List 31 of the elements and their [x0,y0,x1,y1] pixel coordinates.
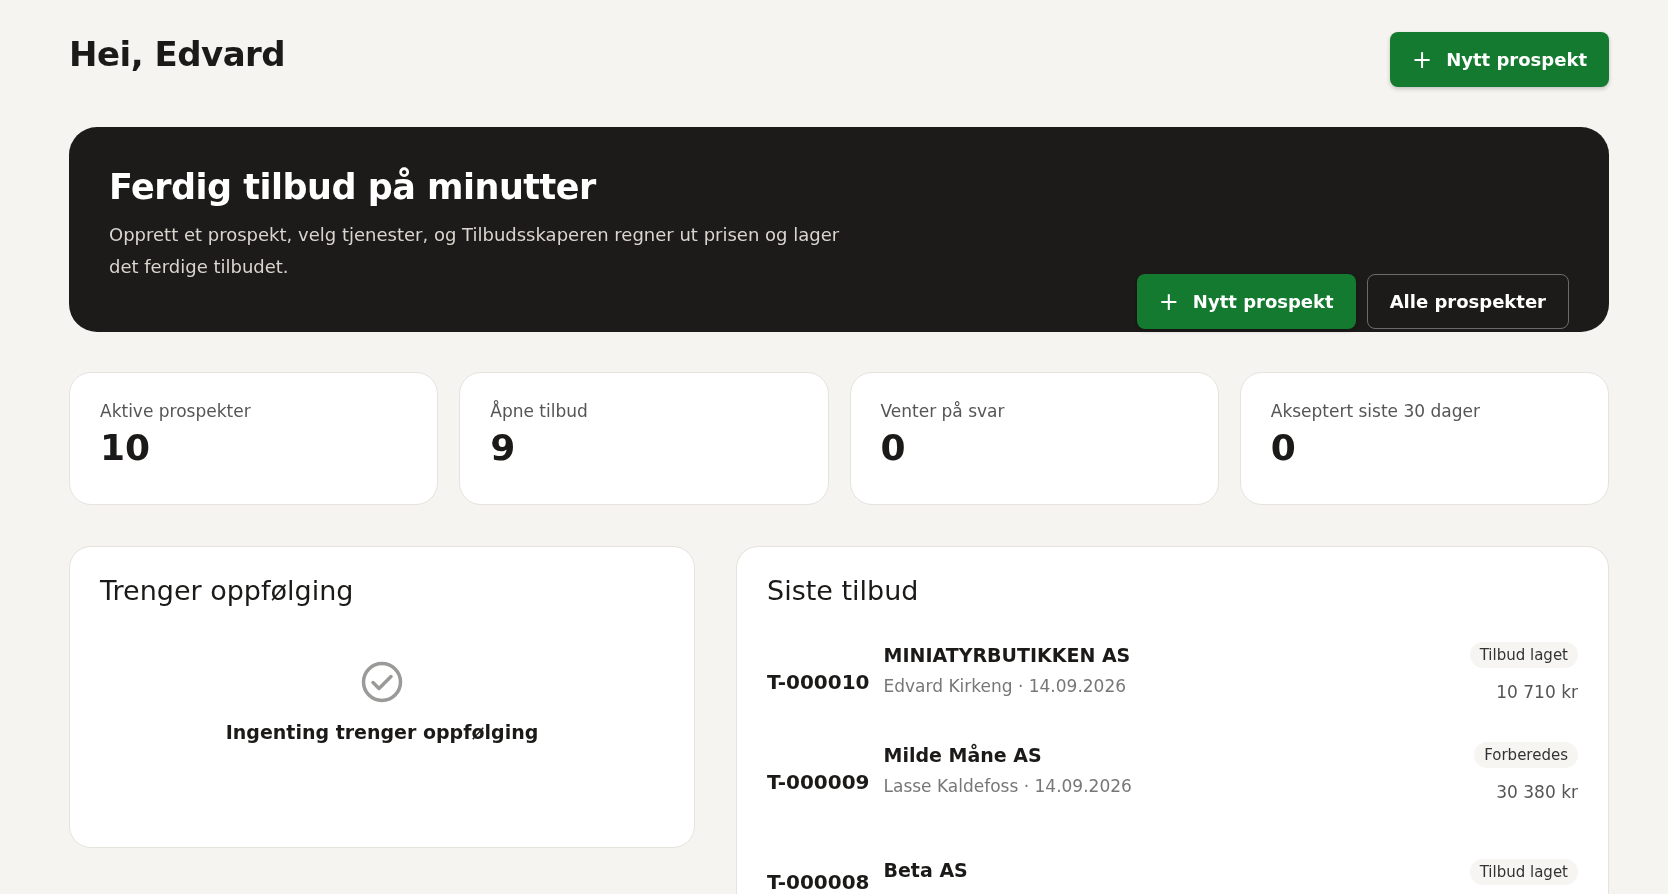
stat-label: Venter på svar [880,401,1006,421]
quote-amount: 30 380 kr [1496,782,1578,802]
stat-value: 9 [490,427,517,468]
status-badge: Tilbud laget [1469,859,1578,885]
stat-label: Akseptert siste 30 dager [1270,401,1481,421]
stat-value: 0 [880,427,907,468]
quote-number: T-000008 [767,870,870,894]
panel-title: Trenger oppfølging [100,575,355,606]
stat-label: Aktive prospekter [100,401,252,421]
customer-name[interactable]: Milde Måne AS [883,744,1475,766]
panel-title: Siste tilbud [767,575,920,606]
empty-state-text: Ingenting trenger oppfølging [225,721,539,743]
quote-meta: Lasse Kaldefoss · 14.09.2026 [883,776,1133,796]
quote-number: T-000009 [767,770,870,794]
stat-value: 0 [1270,427,1297,468]
new-prospect-button[interactable]: + Nytt prospekt [1136,274,1356,329]
stat-label: Åpne tilbud [490,401,589,421]
quote-number: T-000010 [767,670,870,694]
all-prospects-button[interactable]: Alle prospekter [1366,274,1569,329]
check-circle-icon [361,661,403,703]
quote-meta: Edvard Kirkeng · 14.09.2026 [883,676,1128,696]
status-badge: Tilbud laget [1469,642,1578,668]
greeting-heading: Hei, Edvard [69,34,286,74]
customer-name[interactable]: Beta AS [883,859,1470,881]
quote-amount: 10 710 kr [1496,682,1578,702]
hero-title: Ferdig tilbud på minutter [109,167,597,207]
customer-name[interactable]: MINIATYRBUTIKKEN AS [883,644,1470,666]
stat-value: 10 [100,427,152,468]
new-prospect-button[interactable]: + Nytt prospekt [1390,32,1609,87]
status-badge: Forberedes [1474,742,1578,768]
hero-description: Opprett et prospekt, velg tjenester, og Tilbudsskaperen regner ut prisen og lager det ferdige tilbudet. [109,223,841,279]
